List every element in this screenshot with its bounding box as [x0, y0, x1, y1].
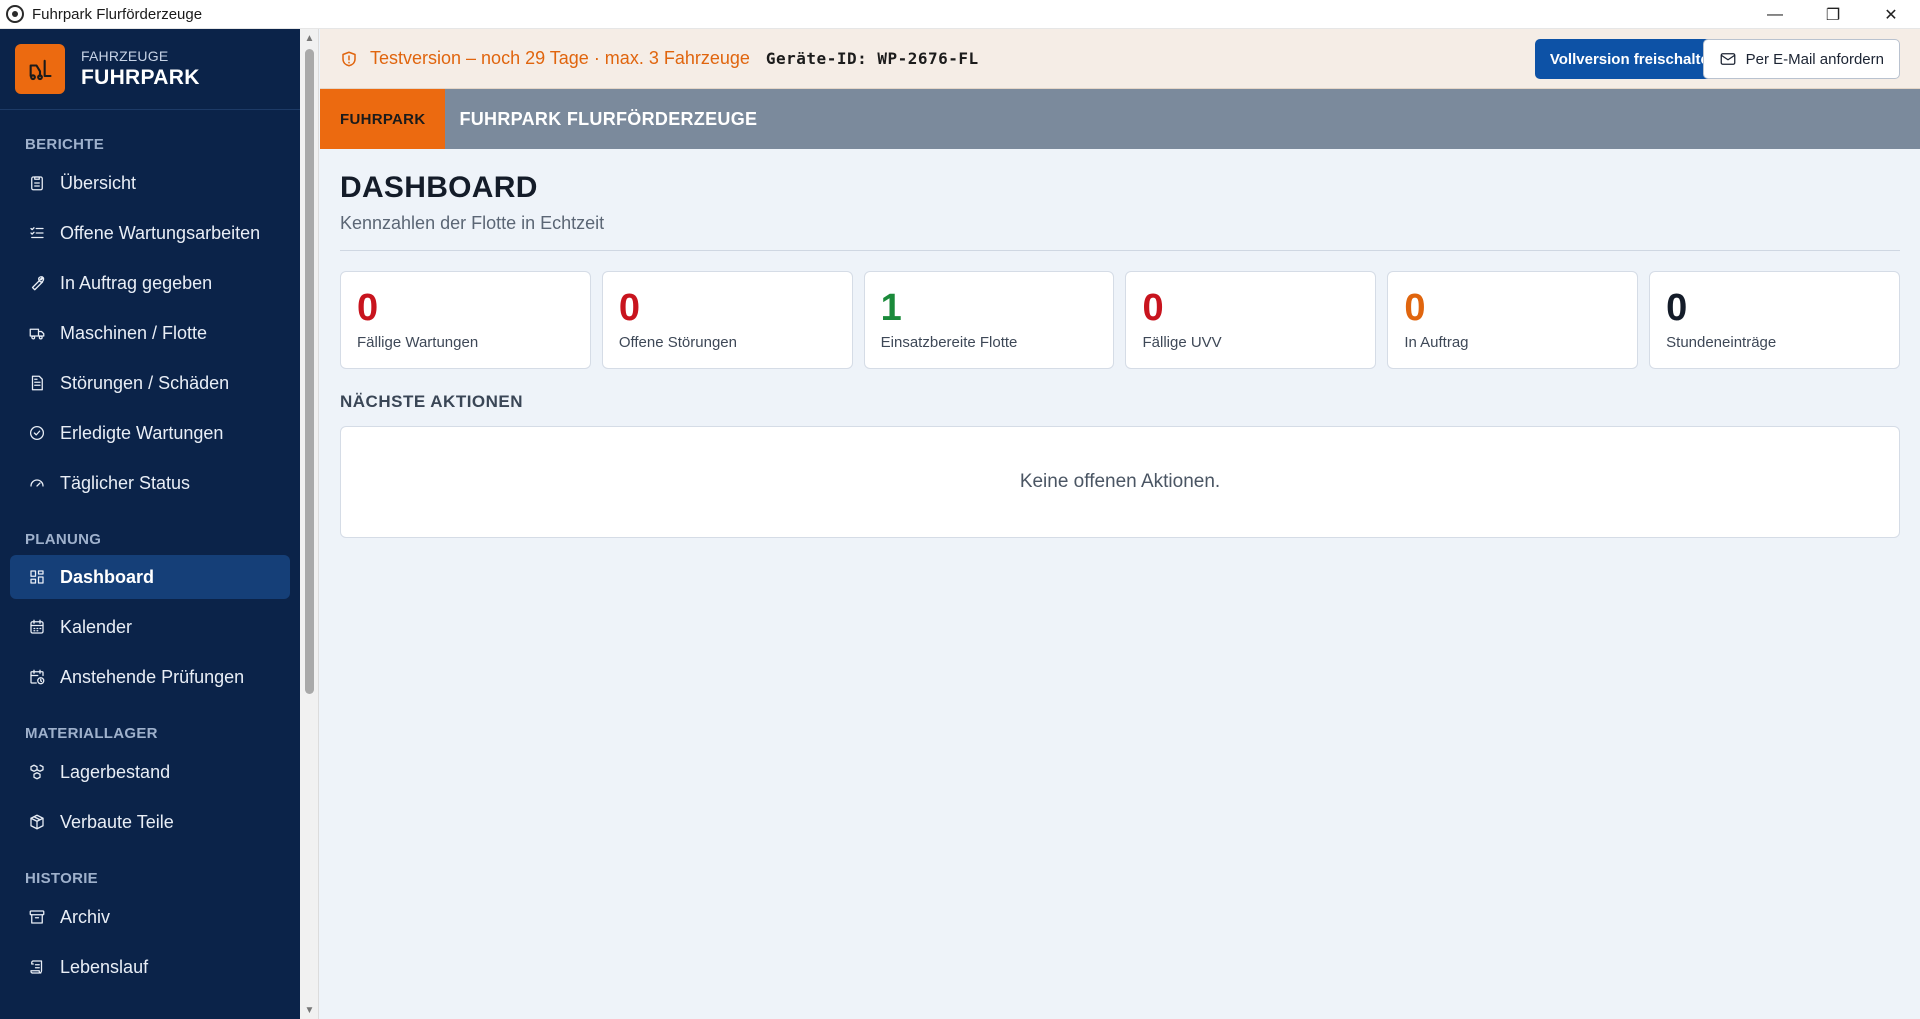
mail-icon	[1720, 53, 1735, 65]
forklift-icon	[15, 44, 65, 94]
dashboard-content: DASHBOARD Kennzahlen der Flotte in Echtz…	[320, 171, 1920, 538]
sidebar-item-lagerbestand[interactable]: Lagerbestand	[10, 750, 290, 794]
calendar-icon	[26, 616, 48, 638]
kpi-value: 0	[1404, 287, 1426, 329]
device-id: Geräte-ID: WP-2676-FL	[765, 49, 979, 68]
wrench-icon	[26, 272, 48, 294]
brand-title: FUHRPARK	[81, 66, 200, 89]
brand-subtitle: FAHRZEUGE	[81, 48, 169, 64]
sidebar-item-label: In Auftrag gegeben	[60, 272, 213, 293]
sidebar-item-verbaute-teile[interactable]: Verbaute Teile	[10, 800, 290, 844]
section-historie: HISTORIE	[25, 870, 98, 887]
next-actions-panel: Keine offenen Aktionen.	[340, 426, 1900, 538]
sidebar-item-maschinen-flotte[interactable]: Maschinen / Flotte	[10, 311, 290, 355]
kpi-value: 0	[357, 287, 379, 329]
grid-icon	[26, 566, 48, 588]
list-check-icon	[26, 222, 48, 244]
kpi-label: Stundeneinträge	[1666, 334, 1777, 351]
trial-text: Testversion – noch 29 Tage · max. 3 Fahr…	[370, 48, 750, 68]
scroll-icon	[26, 956, 48, 978]
sidebar-item-erledigte-wartungen[interactable]: Erledigte Wartungen	[10, 411, 290, 455]
sidebar-item-label: Offene Wartungsarbeiten	[60, 222, 261, 243]
breadcrumb: FUHRPARK FUHRPARK FLURFÖRDERZEUGE	[320, 89, 1920, 149]
kpi-faellige-wartungen[interactable]: 0 Fällige Wartungen	[340, 271, 591, 369]
kpi-faellige-uvv[interactable]: 0 Fällige UVV	[1125, 271, 1377, 369]
sidebar-item-label: Übersicht	[60, 172, 137, 193]
gauge-icon	[26, 472, 48, 494]
kpi-label: Einsatzbereite Flotte	[880, 334, 1018, 351]
minimize-button[interactable]: —	[1746, 0, 1804, 29]
kpi-label: In Auftrag	[1404, 334, 1469, 351]
truck-icon	[26, 322, 48, 344]
sidebar-item-label: Täglicher Status	[60, 472, 191, 493]
sidebar-item-dashboard[interactable]: Dashboard	[10, 555, 290, 599]
request-by-email-label: Per E-Mail anfordern	[1745, 50, 1884, 68]
main-area: Testversion – noch 29 Tage · max. 3 Fahr…	[320, 29, 1920, 1019]
sidebar: FAHRZEUGE FUHRPARK BERICHTE Übersicht Of…	[0, 29, 300, 1019]
sidebar-item-label: Lagerbestand	[60, 761, 171, 782]
sidebar-item-uebersicht[interactable]: Übersicht	[10, 161, 290, 205]
kpi-label: Fällige UVV	[1142, 334, 1222, 351]
window-title: Fuhrpark Flurförderzeuge	[32, 5, 203, 23]
document-icon	[26, 372, 48, 394]
sidebar-item-taeglicher-status[interactable]: Täglicher Status	[10, 461, 290, 505]
title-bar: Fuhrpark Flurförderzeuge — ❐ ✕	[0, 0, 1920, 29]
divider	[340, 250, 1900, 251]
sidebar-item-label: Lebenslauf	[60, 956, 149, 977]
boxes-icon	[26, 761, 48, 783]
section-materiallager: MATERIALLAGER	[25, 725, 158, 742]
sidebar-item-anstehende-pruefungen[interactable]: Anstehende Prüfungen	[10, 655, 290, 699]
sidebar-item-label: Maschinen / Flotte	[60, 322, 208, 343]
kpi-value: 0	[1142, 287, 1164, 329]
scroll-up-icon[interactable]: ▲	[300, 29, 319, 47]
kpi-value: 0	[1666, 287, 1688, 329]
section-planung: PLANUNG	[25, 531, 102, 548]
scrollbar-thumb[interactable]	[305, 49, 314, 694]
sidebar-item-kalender[interactable]: Kalender	[10, 605, 290, 649]
kpi-row: 0 Fällige Wartungen 0 Offene Störungen 1…	[340, 271, 1900, 369]
sidebar-item-archiv[interactable]: Archiv	[10, 895, 290, 939]
next-actions-heading: NÄCHSTE AKTIONEN	[340, 392, 524, 411]
kpi-einsatzbereite-flotte[interactable]: 1 Einsatzbereite Flotte	[863, 271, 1115, 369]
calendar-clock-icon	[26, 666, 48, 688]
app-icon	[6, 5, 24, 23]
kpi-value: 0	[618, 287, 640, 329]
kpi-label: Offene Störungen	[618, 334, 737, 351]
sidebar-item-label: Dashboard	[60, 566, 155, 587]
sidebar-item-label: Archiv	[60, 906, 111, 927]
kpi-offene-stoerungen[interactable]: 0 Offene Störungen	[601, 271, 853, 369]
sidebar-item-label: Kalender	[60, 616, 133, 637]
restore-button[interactable]: ❐	[1804, 0, 1862, 29]
window-controls: — ❐ ✕	[1746, 0, 1920, 29]
sidebar-item-stoerungen[interactable]: Störungen / Schäden	[10, 361, 290, 405]
kpi-stundeneintraege[interactable]: 0 Stundeneinträge	[1649, 271, 1900, 369]
sidebar-item-label: Anstehende Prüfungen	[60, 666, 245, 687]
package-icon	[26, 811, 48, 833]
next-actions-empty-text: Keine offenen Aktionen.	[1019, 471, 1221, 492]
archive-icon	[26, 906, 48, 928]
kpi-in-auftrag[interactable]: 0 In Auftrag	[1387, 271, 1639, 369]
sidebar-scrollbar[interactable]: ▲ ▼	[300, 29, 319, 1019]
breadcrumb-tag[interactable]: FUHRPARK	[320, 89, 446, 149]
request-by-email-button[interactable]: Per E-Mail anfordern	[1702, 39, 1900, 79]
page-subtitle: Kennzahlen der Flotte in Echtzeit	[340, 213, 605, 233]
kpi-value: 1	[880, 287, 902, 329]
sidebar-item-label: Verbaute Teile	[60, 811, 174, 832]
sidebar-item-offene-wartungsarbeiten[interactable]: Offene Wartungsarbeiten	[10, 211, 290, 255]
brand: FAHRZEUGE FUHRPARK	[0, 29, 300, 110]
section-berichte: BERICHTE	[25, 136, 105, 153]
page-title: DASHBOARD	[340, 171, 538, 204]
breadcrumb-title: FUHRPARK FLURFÖRDERZEUGE	[459, 108, 758, 129]
sidebar-item-lebenslauf[interactable]: Lebenslauf	[10, 945, 290, 989]
scroll-down-icon[interactable]: ▼	[300, 1001, 319, 1019]
trial-banner: Testversion – noch 29 Tage · max. 3 Fahr…	[320, 29, 1920, 89]
sidebar-item-label: Störungen / Schäden	[60, 372, 230, 393]
shield-alert-icon	[342, 51, 356, 66]
check-circle-icon	[26, 422, 48, 444]
close-button[interactable]: ✕	[1862, 0, 1920, 29]
sidebar-item-label: Erledigte Wartungen	[60, 422, 224, 443]
sidebar-item-in-auftrag[interactable]: In Auftrag gegeben	[10, 261, 290, 305]
clipboard-icon	[26, 172, 48, 194]
kpi-label: Fällige Wartungen	[357, 334, 479, 351]
